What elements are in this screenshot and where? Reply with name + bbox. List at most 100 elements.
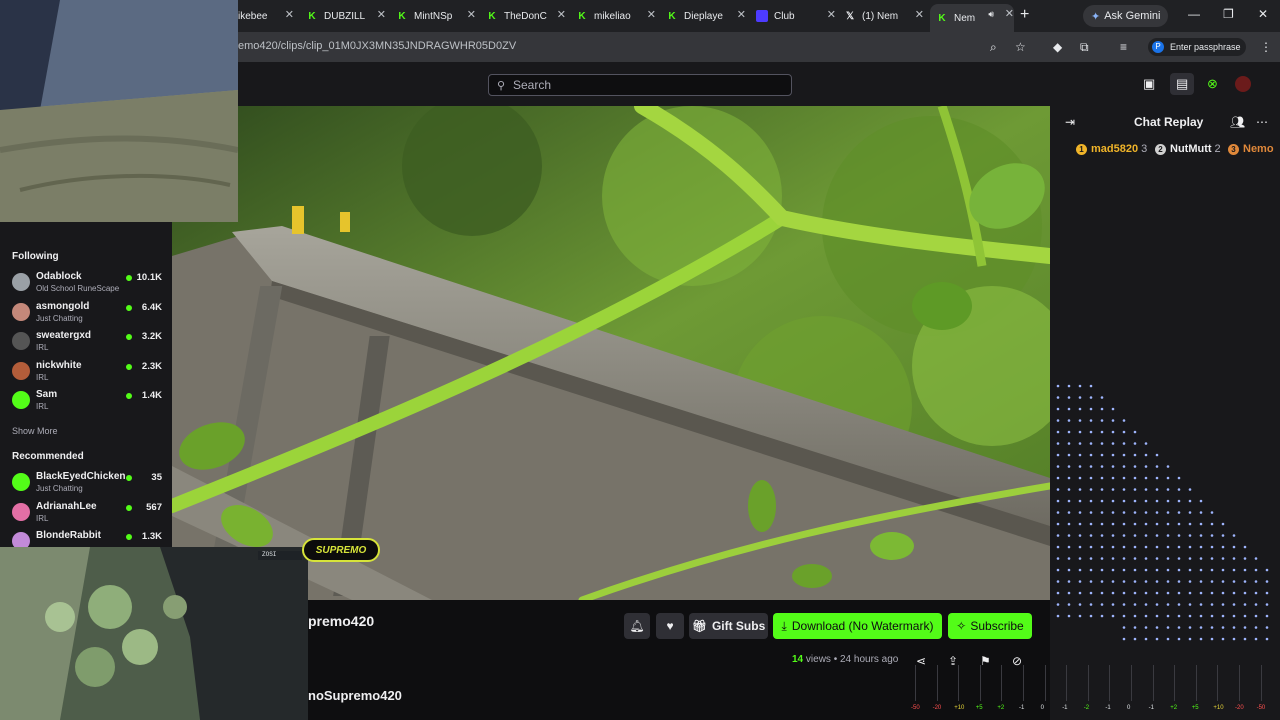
tab-5[interactable]: Kmikeliao ✕ xyxy=(576,5,656,27)
browser-menu-icon[interactable]: ⋮ xyxy=(1260,40,1272,54)
gift-subs-button[interactable]: 🎁︎ Gift Subs xyxy=(689,613,768,639)
meter-label: 0 xyxy=(1127,705,1131,711)
pattern-dot xyxy=(1089,603,1093,606)
pattern-dot xyxy=(1254,603,1258,606)
extensions-puzzle-icon[interactable]: ⧉ xyxy=(1080,40,1089,55)
tab-close-icon[interactable]: ✕ xyxy=(285,8,294,21)
tab-1[interactable]: Kikebee✕ xyxy=(238,5,294,27)
pattern-dot xyxy=(1133,499,1137,503)
tab-close-icon[interactable]: ✕ xyxy=(737,8,746,21)
pattern-dot xyxy=(1133,591,1137,595)
close-window-icon[interactable]: ✕ xyxy=(1258,7,1268,21)
channel-name[interactable]: noSupremo420 xyxy=(308,688,402,703)
pattern-dot xyxy=(1221,534,1225,537)
tab-close-icon[interactable]: ✕ xyxy=(1005,7,1014,20)
kick-favicon-icon: K xyxy=(488,10,496,22)
tab-3[interactable]: K MintNSp ✕ xyxy=(396,5,476,27)
live-indicator xyxy=(126,393,132,399)
viewer-count: 2.3K xyxy=(141,360,162,372)
pattern-dot xyxy=(1111,614,1115,618)
subscribe-label: Subscribe xyxy=(970,619,1024,633)
restore-icon[interactable]: ❐ xyxy=(1223,7,1234,21)
sidebar-channel-sweatergxd[interactable]: sweatergxd IRL 3.2K xyxy=(12,330,162,358)
tab-9[interactable]: K Nem ✕ 🔊︎ xyxy=(930,4,1014,32)
pattern-dot xyxy=(1144,626,1148,629)
url-field[interactable]: emo420/clips/clip_01M0JX3MN35JNDRAGWHR05… xyxy=(238,40,516,52)
channel-category: IRL xyxy=(36,343,49,352)
collapse-chat-icon[interactable]: ⇥ xyxy=(1065,115,1075,129)
pattern-dot xyxy=(1188,545,1192,549)
pattern-dot xyxy=(1133,511,1137,514)
sidebar-channel-asmongold[interactable]: asmongold Just Chatting 6.4K xyxy=(12,301,162,329)
pattern-dot xyxy=(1078,522,1082,526)
sidebar-channel-adrianahlee[interactable]: AdrianahLee IRL 567 xyxy=(12,501,162,529)
sidebar-channel-odablock[interactable]: Odablock Old School RuneScape 10.1K xyxy=(12,271,162,299)
vr-headset-icon[interactable]: ▣ xyxy=(1143,76,1155,92)
pattern-dot xyxy=(1111,568,1115,572)
subscribe-button[interactable]: ✧ Subscribe xyxy=(948,613,1032,639)
search-input[interactable]: ⚲ Search xyxy=(488,74,792,96)
tab-close-icon[interactable]: ✕ xyxy=(467,8,476,21)
pattern-dot xyxy=(1166,580,1170,583)
tab-4[interactable]: K TheDonC ✕ xyxy=(486,5,566,27)
pattern-dot xyxy=(1166,626,1170,629)
kick-k-icon[interactable]: ⊗ xyxy=(1207,76,1218,92)
media-control-icon[interactable]: ≡ xyxy=(1120,40,1127,54)
pattern-dot xyxy=(1155,511,1159,514)
channel-title[interactable]: premo420 xyxy=(308,613,374,629)
new-tab-button[interactable]: + xyxy=(1020,6,1029,24)
pattern-dot xyxy=(1199,603,1203,606)
gift-icon: 🎁︎ xyxy=(691,619,707,633)
pattern-dot xyxy=(1078,465,1082,468)
show-more-link[interactable]: Show More xyxy=(12,426,58,436)
pattern-dot xyxy=(1056,407,1060,411)
users-icon[interactable]: 👥︎ xyxy=(1230,115,1245,129)
notification-bell-button[interactable]: 🔔︎ xyxy=(624,613,650,639)
gifter-3[interactable]: 3 Nemo xyxy=(1228,143,1277,155)
pattern-dot xyxy=(1067,396,1071,399)
tab-2[interactable]: K DUBZILL ✕ xyxy=(306,5,386,27)
tab-6[interactable]: K Dieplaye ✕ xyxy=(666,5,746,27)
video-player[interactable] xyxy=(172,106,1050,600)
pattern-dot xyxy=(1188,568,1192,572)
tab-close-icon[interactable]: ✕ xyxy=(377,8,386,21)
tab-close-icon[interactable]: ✕ xyxy=(827,8,836,21)
gifter-1[interactable]: 1 mad5820 3 xyxy=(1076,143,1147,155)
tab-close-icon[interactable]: ✕ xyxy=(915,8,924,21)
pattern-dot xyxy=(1254,557,1258,560)
pattern-dot xyxy=(1067,499,1071,503)
pattern-dot xyxy=(1210,511,1214,514)
ask-gemini-button[interactable]: ✦ Ask Gemini xyxy=(1083,5,1168,27)
tab-close-icon[interactable]: ✕ xyxy=(647,8,656,21)
minimize-icon[interactable]: — xyxy=(1188,7,1200,21)
sidebar-channel-blackeyedchicken[interactable]: BlackEyedChicken Just Chatting 35 xyxy=(12,471,162,499)
gifter-2[interactable]: 2 NutMutt 2 xyxy=(1155,143,1221,155)
pattern-dot xyxy=(1078,419,1082,422)
user-avatar[interactable] xyxy=(1235,76,1251,92)
zoom-search-icon[interactable]: ⌕ xyxy=(990,40,997,55)
tab-8[interactable]: 𝕏 (1) Nem ✕ xyxy=(844,5,924,27)
extension-diamond-icon[interactable]: ◆ xyxy=(1053,40,1062,54)
bookmark-star-icon[interactable]: ☆ xyxy=(1015,40,1026,54)
follow-heart-button[interactable]: ♥ xyxy=(656,613,684,639)
pattern-dot xyxy=(1089,488,1093,491)
pattern-dot xyxy=(1078,476,1082,480)
views-label: views xyxy=(805,654,831,665)
search-placeholder: Search xyxy=(513,78,552,92)
tab-audio-icon[interactable]: 🔊︎ xyxy=(988,9,994,20)
download-button[interactable]: ⤓ Download (No Watermark) xyxy=(773,613,942,639)
views-count: 14 xyxy=(792,654,804,665)
pattern-dot xyxy=(1188,488,1192,491)
tab-title: Nem xyxy=(954,12,976,24)
pattern-dot xyxy=(1111,419,1115,422)
pattern-dot xyxy=(1056,557,1060,560)
password-manager-button[interactable]: P Enter passphrase xyxy=(1148,38,1246,56)
meter-channel-bar xyxy=(1001,665,1003,701)
sidebar-channel-nickwhite[interactable]: nickwhite IRL 2.3K xyxy=(12,360,162,388)
chat-more-icon[interactable]: ⋯ xyxy=(1256,115,1268,129)
tab-close-icon[interactable]: ✕ xyxy=(557,8,566,21)
tab-7[interactable]: Club ✕ xyxy=(756,5,836,27)
channel-name: Odablock xyxy=(36,271,82,282)
channel-name: BlackEyedChicken xyxy=(36,471,126,482)
sidebar-channel-sam[interactable]: Sam IRL 1.4K xyxy=(12,389,162,417)
